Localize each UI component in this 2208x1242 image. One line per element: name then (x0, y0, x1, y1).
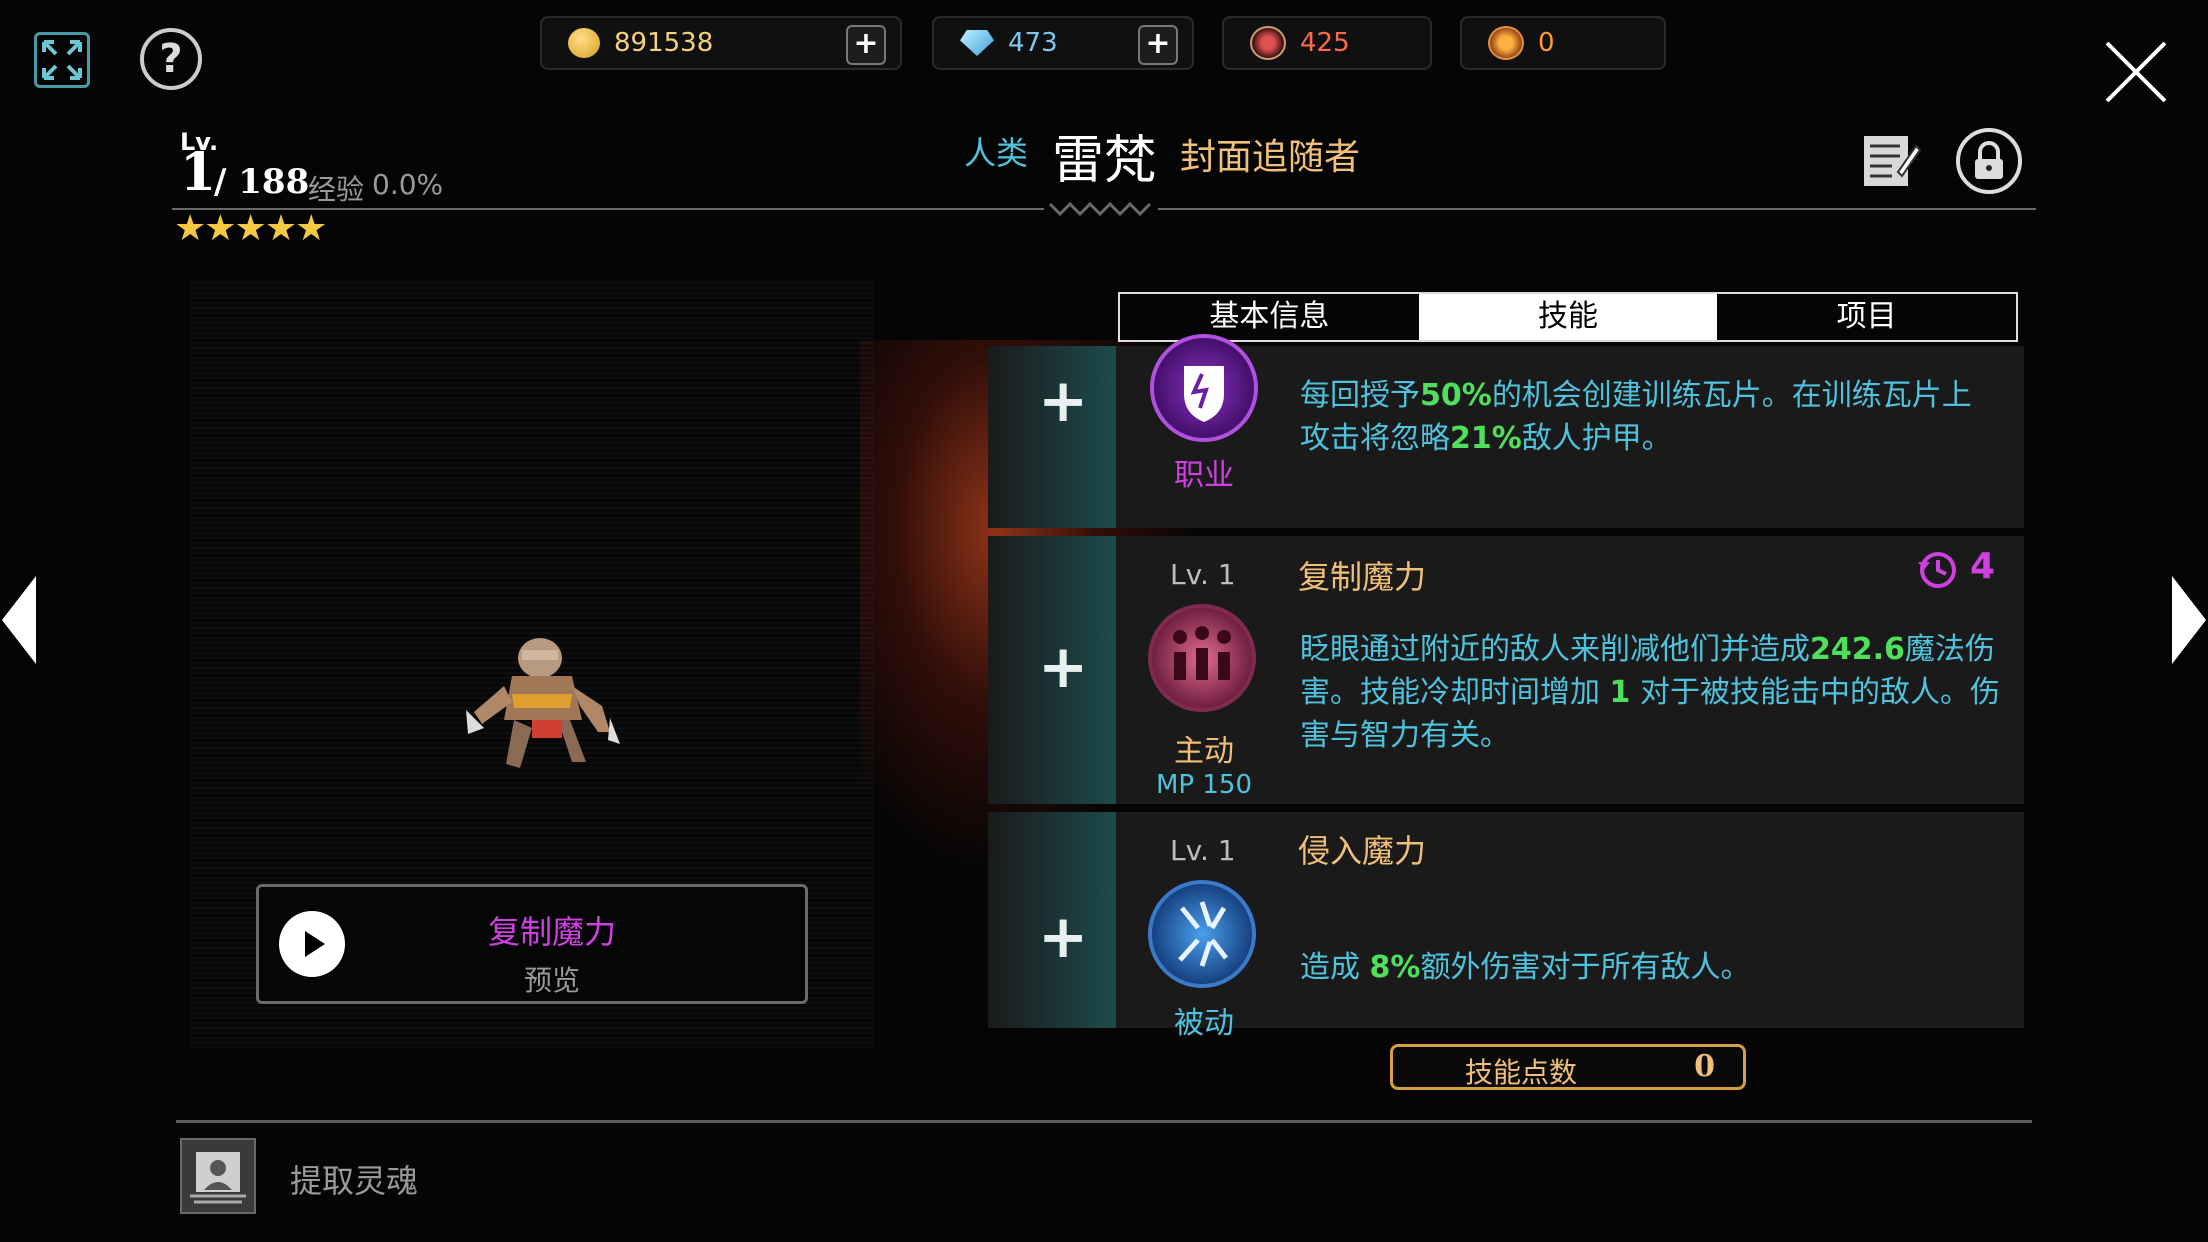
desc-highlight: 242.6 (1810, 632, 1905, 667)
close-icon[interactable] (2096, 32, 2176, 112)
exp-value: 0.0% (372, 168, 444, 201)
tab-skills[interactable]: 技能 (1418, 294, 1718, 340)
skill-mp-cost: MP 150 (1155, 770, 1252, 800)
character-sprite (460, 636, 630, 782)
currency3-value: 425 (1300, 28, 1350, 58)
hero-race: 人类 (964, 134, 1029, 172)
cooldown-value: 4 (1970, 546, 1996, 587)
exp-label: 经验 (308, 173, 365, 206)
skill-desc-class: 每回授予50%的机会创建训练瓦片。在训练瓦片上攻击将忽略21%敌人护甲。 (1300, 374, 2000, 460)
demon-token-icon (1250, 26, 1286, 60)
skill-points-value: 0 (1694, 1049, 1715, 1084)
hero-max-level: / 188 (214, 162, 310, 202)
class-skill-icon[interactable] (1150, 334, 1258, 442)
desc-highlight: 21% (1450, 421, 1522, 456)
notes-icon[interactable] (1862, 132, 1922, 190)
gold-coin-icon (568, 28, 600, 58)
upgrade-skill-button[interactable]: + (1038, 366, 1088, 436)
prev-hero-arrow-icon[interactable] (0, 574, 38, 666)
upgrade-skill-button[interactable]: + (1038, 632, 1088, 702)
skill-type-active: 主动 (1174, 734, 1234, 769)
hero-name: 雷梵 (1052, 131, 1157, 191)
preview-skill-name: 复制魔力 (487, 913, 616, 951)
skill-name-active: 复制魔力 (1298, 558, 1427, 596)
desc-text: 每回授予 (1300, 378, 1420, 413)
detail-tabs: 基本信息 技能 项目 (1118, 292, 2018, 342)
divider-ornament (1044, 198, 1158, 224)
cooldown-icon (1916, 548, 1958, 590)
desc-highlight: 1 (1609, 675, 1631, 710)
passive-skill-icon[interactable] (1148, 880, 1256, 988)
currency3-counter: 425 (1222, 16, 1432, 70)
hero-title: 封面追随者 (1180, 137, 1361, 178)
soul-extract-icon[interactable] (180, 1138, 256, 1214)
skill-level-passive: Lv. 1 (1170, 834, 1236, 867)
star-rating: ★★★★★ (174, 208, 327, 249)
skill-type-passive: 被动 (1174, 1006, 1234, 1041)
skill-row-passive: + (988, 812, 2024, 1028)
upgrade-skill-button[interactable]: + (1038, 902, 1088, 972)
footer-divider (176, 1120, 2032, 1123)
gem-counter: 473 + (932, 16, 1194, 70)
add-gold-button[interactable]: + (846, 25, 886, 65)
add-gems-button[interactable]: + (1138, 25, 1178, 65)
skill-desc-active: 眨眼通过附近的敌人来削减他们并造成242.6魔法伤害。技能冷却时间增加 1 对于… (1300, 628, 2000, 757)
skill-points-label: 技能点数 (1465, 1056, 1578, 1089)
active-skill-icon[interactable] (1148, 604, 1256, 712)
skill-type-class: 职业 (1174, 458, 1234, 493)
gold-value: 891538 (614, 28, 714, 58)
fullscreen-icon[interactable] (34, 32, 90, 88)
tab-items[interactable]: 项目 (1717, 294, 2017, 340)
gem-icon (960, 30, 994, 56)
currency4-counter: 0 (1460, 16, 1666, 70)
skill-level-active: Lv. 1 (1170, 558, 1236, 591)
desc-highlight: 50% (1420, 378, 1492, 413)
lock-icon[interactable] (1956, 128, 2022, 194)
skill-desc-passive: 造成 8%额外伤害对于所有敌人。 (1300, 946, 2000, 989)
desc-highlight: 8% (1369, 950, 1421, 985)
skill-name-passive: 侵入魔力 (1298, 832, 1427, 870)
skill-preview-button[interactable]: 复制魔力 预览 (256, 884, 808, 1004)
hero-level: 1 (180, 142, 217, 203)
preview-label: 预览 (523, 964, 580, 997)
desc-text: 敌人护甲。 (1521, 421, 1672, 456)
desc-text: 眨眼通过附近的敌人来削减他们并造成 (1300, 632, 1810, 667)
tab-basic-info[interactable]: 基本信息 (1120, 294, 1419, 340)
desc-text: 额外伤害对于所有敌人。 (1420, 950, 1751, 985)
crown-token-icon (1488, 26, 1524, 60)
soul-extract-label[interactable]: 提取灵魂 (290, 1156, 418, 1202)
desc-text: 造成 (1300, 950, 1360, 985)
skill-points-box: 技能点数 0 (1390, 1044, 1746, 1090)
help-icon[interactable]: ? (140, 28, 202, 90)
gem-value: 473 (1008, 28, 1058, 58)
next-hero-arrow-icon[interactable] (2170, 574, 2208, 666)
gold-counter: 891538 + (540, 16, 902, 70)
currency4-value: 0 (1538, 28, 1555, 58)
